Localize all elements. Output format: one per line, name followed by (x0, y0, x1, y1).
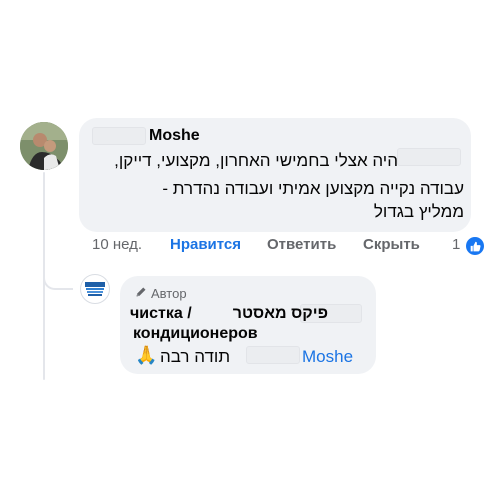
like-reaction-icon[interactable] (464, 235, 486, 257)
like-button[interactable]: Нравится (170, 236, 241, 253)
reply-button[interactable]: Ответить (267, 236, 336, 253)
page-name-hebrew[interactable]: פיקס מאסטר (233, 305, 328, 323)
thread-connector (43, 268, 73, 290)
page-name-russian-2[interactable]: кондиционеров (133, 325, 258, 343)
redacted-mention (246, 346, 300, 364)
comment-time[interactable]: 10 нед. (92, 236, 142, 253)
page-avatar[interactable] (80, 274, 110, 304)
page-name-russian[interactable]: чистка / (130, 305, 192, 323)
hide-button[interactable]: Скрыть (363, 236, 420, 253)
comment-text-line-3: ממליץ בגדול (373, 202, 464, 221)
pencil-icon (135, 286, 147, 301)
comment-text-line-2: עבודה נקייה מקצוען אמיתי ועבודה נהדרת - (162, 179, 464, 198)
reply-text: תודה רבה (160, 347, 231, 366)
reaction-count[interactable]: 1 (452, 236, 460, 253)
redacted-name (92, 127, 146, 145)
avatar[interactable] (20, 122, 68, 170)
mention-link[interactable]: Moshe (302, 347, 353, 367)
pray-emoji: 🙏 (135, 345, 158, 365)
author-badge: Автор (135, 286, 187, 301)
comment-text-line-1: היה אצלי בחמישי האחרון, מקצועי, דייקן, (114, 151, 398, 170)
redacted-text (397, 148, 461, 166)
comment-author[interactable]: Moshe (149, 127, 200, 145)
author-badge-label: Автор (151, 286, 187, 301)
